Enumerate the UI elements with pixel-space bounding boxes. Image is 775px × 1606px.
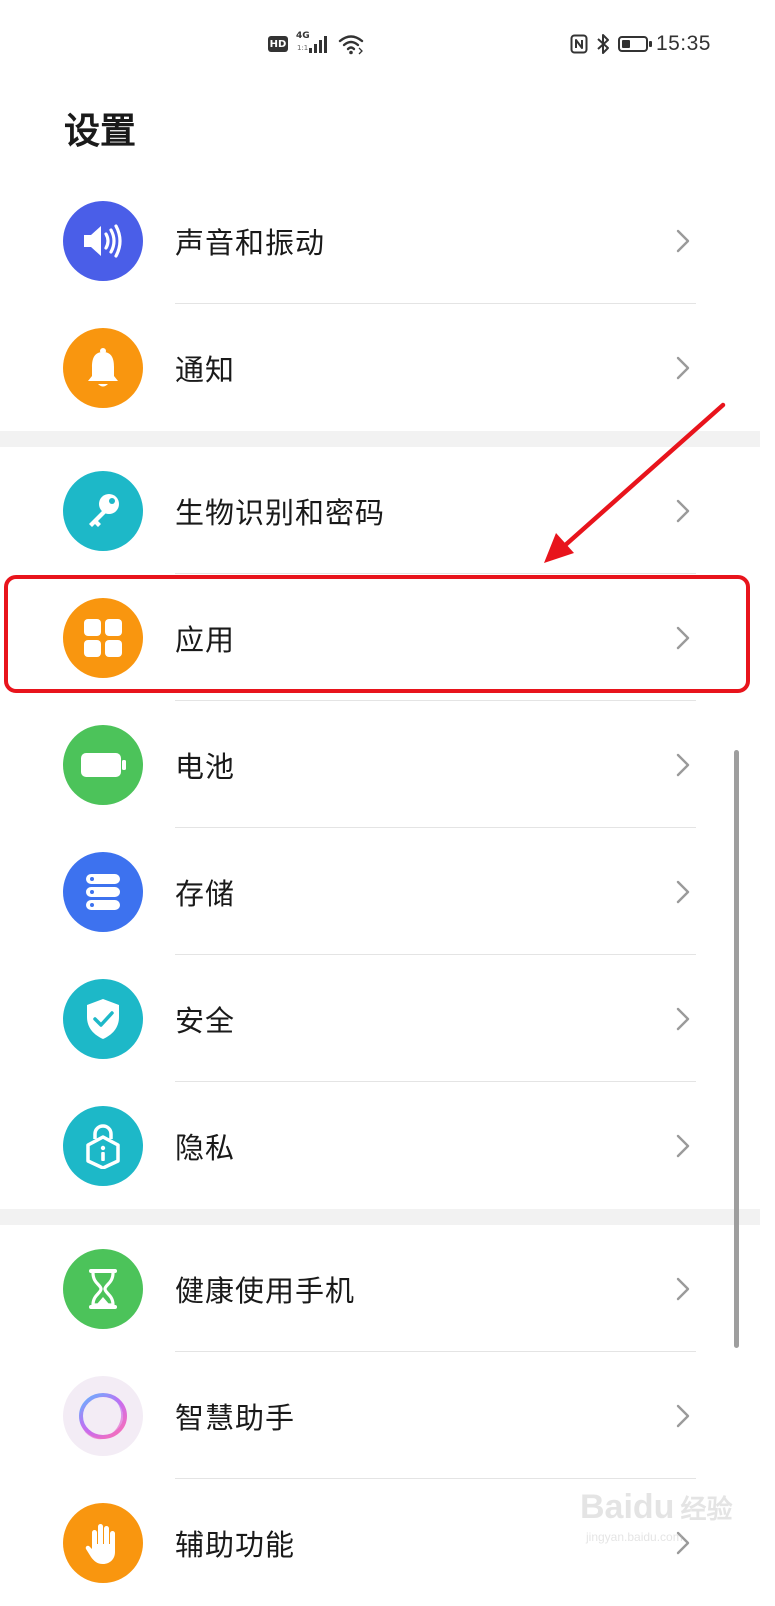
bluetooth-icon <box>597 34 609 54</box>
setting-item-digital-balance[interactable]: 健康使用手机 <box>0 1225 760 1352</box>
chevron-right-icon <box>676 1007 690 1030</box>
signal-icon: 4G 1:1 <box>296 31 330 55</box>
privacy-lock-icon <box>63 1105 143 1186</box>
assistant-ring-icon <box>63 1375 143 1456</box>
wifi-icon <box>338 35 364 55</box>
setting-label: 声音和振动 <box>175 225 326 260</box>
setting-item-privacy[interactable]: 隐私 <box>0 1082 760 1209</box>
watermark: Baidu 经验 jingyan.baidu.com <box>580 1488 733 1544</box>
setting-label: 存储 <box>175 876 236 911</box>
battery-icon <box>63 724 143 805</box>
status-bar-left: HD 4G 1:1 <box>268 31 364 56</box>
chevron-right-icon <box>676 1277 690 1300</box>
network-sub: 1:1 <box>297 44 309 52</box>
setting-label: 生物识别和密码 <box>175 495 386 530</box>
chevron-right-icon <box>676 229 690 252</box>
setting-label: 电池 <box>175 749 236 784</box>
storage-icon <box>63 851 143 932</box>
scrollbar[interactable] <box>734 750 739 1348</box>
chevron-right-icon <box>676 1404 690 1427</box>
setting-label: 智慧助手 <box>175 1400 296 1435</box>
network-type: 4G <box>296 31 310 41</box>
setting-label: 健康使用手机 <box>175 1273 356 1308</box>
battery-icon <box>617 36 652 52</box>
watermark-url: jingyan.baidu.com <box>586 1530 683 1544</box>
annotation-arrow <box>544 402 726 563</box>
setting-label: 通知 <box>175 352 236 387</box>
annotation-highlight-box <box>4 575 750 693</box>
chevron-right-icon <box>676 356 690 379</box>
key-icon <box>63 470 143 551</box>
status-bar: HD 4G 1:1 15:35 <box>0 0 775 88</box>
hourglass-icon <box>63 1248 143 1329</box>
hd-icon: HD <box>268 36 288 52</box>
setting-item-assistant[interactable]: 智慧助手 <box>0 1352 760 1479</box>
group-separator <box>0 1209 760 1225</box>
setting-item-sound[interactable]: 声音和振动 <box>0 177 760 304</box>
chevron-right-icon <box>676 880 690 903</box>
setting-label: 隐私 <box>175 1130 236 1165</box>
setting-label: 安全 <box>175 1003 236 1038</box>
hand-icon <box>63 1502 143 1583</box>
settings-list: 声音和振动 通知 生物识别和密码 应用 电池 存储 安全 隐私 健康使用手机 智… <box>0 177 760 1606</box>
status-bar-right: 15:35 <box>570 32 711 56</box>
setting-item-security[interactable]: 安全 <box>0 955 760 1082</box>
nfc-icon <box>570 34 588 54</box>
setting-item-battery[interactable]: 电池 <box>0 701 760 828</box>
bell-icon <box>63 327 143 408</box>
chevron-right-icon <box>676 753 690 776</box>
watermark-suffix: 经验 <box>680 1495 733 1525</box>
setting-item-storage[interactable]: 存储 <box>0 828 760 955</box>
page-title: 设置 <box>64 111 137 152</box>
watermark-brand: Baidu <box>580 1488 675 1526</box>
setting-label: 辅助功能 <box>175 1527 296 1562</box>
speaker-icon <box>63 200 143 281</box>
shield-icon <box>63 978 143 1059</box>
chevron-right-icon <box>676 1134 690 1157</box>
clock: 15:35 <box>655 32 711 55</box>
